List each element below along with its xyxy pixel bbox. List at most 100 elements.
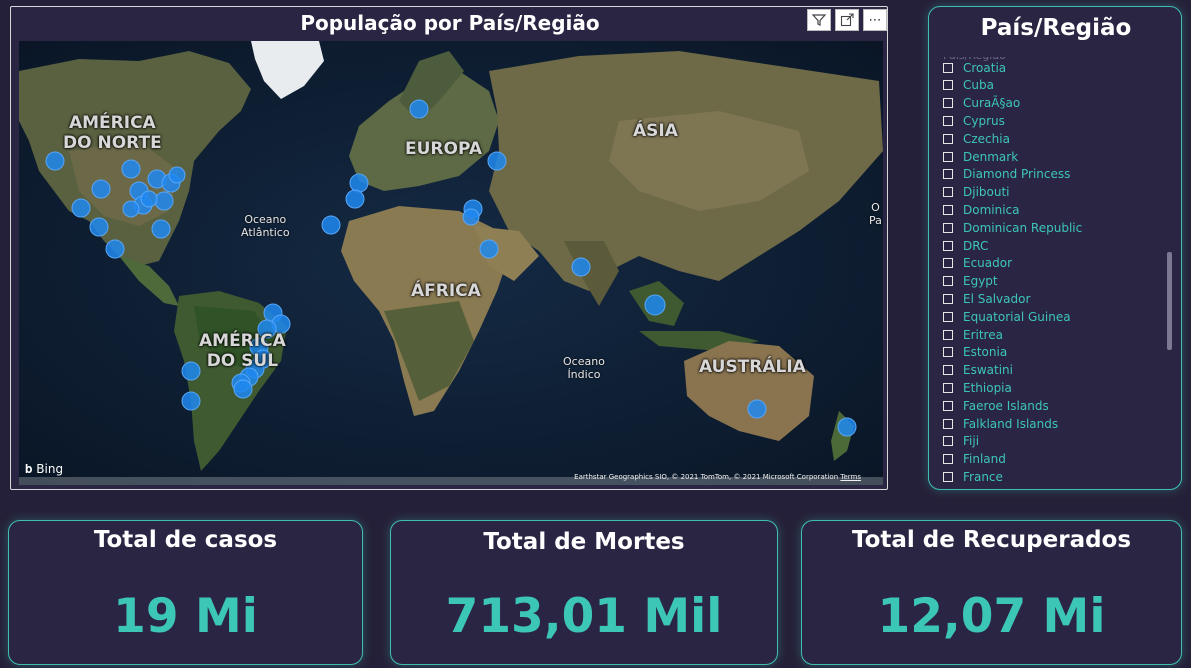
- slicer-item[interactable]: Eritrea: [943, 326, 1003, 343]
- checkbox[interactable]: [943, 222, 953, 233]
- slicer-scrollbar[interactable]: [1167, 252, 1172, 350]
- slicer-item[interactable]: Fiji: [943, 433, 979, 450]
- checkbox[interactable]: [943, 436, 953, 447]
- checkbox[interactable]: [943, 293, 953, 304]
- map-title: População por País/Região: [300, 11, 600, 35]
- country-slicer[interactable]: País/Região País/RegiãoCroatiaCubaCuraÃ§…: [928, 6, 1182, 490]
- label-atlantic: Oceano Atlântico: [241, 213, 290, 239]
- slicer-item-label: France: [963, 469, 1003, 484]
- checkbox[interactable]: [943, 365, 953, 376]
- slicer-item-label: Estonia: [963, 345, 1008, 360]
- slicer-item-label: Ethiopia: [963, 380, 1012, 395]
- map-credit: Earthstar Geographics SIO, © 2021 TomTom…: [574, 473, 861, 481]
- slicer-title: País/Região: [980, 15, 1132, 41]
- slicer-item-label: Djibouti: [963, 185, 1010, 200]
- slicer-item-label: Cuba: [963, 78, 994, 93]
- checkbox[interactable]: [943, 115, 953, 126]
- checkbox[interactable]: [943, 98, 953, 109]
- slicer-item[interactable]: Egypt: [943, 273, 998, 290]
- label-south-america: AMÉRICA DO SUL: [199, 331, 286, 371]
- slicer-item[interactable]: Djibouti: [943, 184, 1010, 201]
- slicer-item[interactable]: Faeroe Islands: [943, 397, 1049, 414]
- slicer-item[interactable]: Cyprus: [943, 112, 1005, 129]
- slicer-item[interactable]: Equatorial Guinea: [943, 308, 1071, 325]
- checkbox[interactable]: [943, 382, 953, 393]
- slicer-item[interactable]: France: [943, 468, 1003, 485]
- slicer-item[interactable]: Diamond Princess: [943, 166, 1070, 183]
- slicer-item[interactable]: Czechia: [943, 130, 1010, 147]
- slicer-item-label: Faeroe Islands: [963, 398, 1049, 413]
- kpi-title: Total de Mortes: [483, 529, 685, 555]
- slicer-item-label: Fiji: [963, 434, 980, 449]
- checkbox[interactable]: [943, 169, 953, 180]
- slicer-item-label: El Salvador: [963, 291, 1031, 306]
- slicer-item[interactable]: Cuba: [943, 77, 994, 94]
- map-landmass: [19, 41, 883, 485]
- slicer-item[interactable]: El Salvador: [943, 290, 1030, 307]
- slicer-item-label: Finland: [963, 452, 1006, 467]
- checkbox[interactable]: [943, 400, 953, 411]
- checkbox[interactable]: [943, 187, 953, 198]
- label-australia: AUSTRÁLIA: [699, 357, 806, 377]
- checkbox[interactable]: [943, 80, 953, 91]
- slicer-item[interactable]: Falkland Islands: [943, 415, 1058, 432]
- checkbox[interactable]: [943, 151, 953, 162]
- map-visual[interactable]: População por País/Região ⋯ AMÉRICA DO N…: [10, 6, 888, 490]
- bing-icon: 𝐛: [25, 462, 33, 476]
- slicer-item[interactable]: Croatia: [943, 59, 1006, 76]
- more-options-icon[interactable]: ⋯: [863, 9, 887, 31]
- slicer-item-label: Eritrea: [963, 327, 1003, 342]
- label-europe: EUROPA: [405, 139, 483, 159]
- slicer-item-label: Czechia: [963, 131, 1010, 146]
- checkbox[interactable]: [943, 418, 953, 429]
- checkbox[interactable]: [943, 276, 953, 287]
- kpi-title: Total de Recuperados: [851, 527, 1132, 553]
- checkbox[interactable]: [943, 240, 953, 251]
- slicer-item[interactable]: Eswatini: [943, 362, 1013, 379]
- slicer-item-label: Falkland Islands: [963, 416, 1059, 431]
- bing-label: Bing: [36, 462, 64, 476]
- label-africa: ÁFRICA: [411, 281, 481, 301]
- slicer-item-label: Ecuador: [963, 256, 1013, 271]
- label-pacific-partial: O Pa: [869, 201, 882, 227]
- slicer-item[interactable]: Dominica: [943, 201, 1020, 218]
- checkbox[interactable]: [943, 62, 953, 73]
- slicer-item-label: Equatorial Guinea: [963, 309, 1071, 324]
- slicer-item[interactable]: Finland: [943, 451, 1006, 468]
- slicer-list[interactable]: País/RegiãoCroatiaCubaCuraÃ§aoCyprusCzec…: [943, 57, 1168, 485]
- label-asia: ÁSIA: [633, 121, 678, 141]
- slicer-item[interactable]: Estonia: [943, 344, 1007, 361]
- slicer-item[interactable]: Ecuador: [943, 255, 1012, 272]
- label-indian: Oceano Índico: [563, 355, 605, 381]
- checkbox[interactable]: [943, 471, 953, 482]
- kpi-value: 12,07 Mi: [877, 589, 1106, 644]
- label-north-america: AMÉRICA DO NORTE: [63, 113, 162, 153]
- kpi-value: 19 Mi: [113, 589, 258, 644]
- checkbox[interactable]: [943, 329, 953, 340]
- slicer-item[interactable]: DRC: [943, 237, 988, 254]
- terms-link[interactable]: Terms: [840, 473, 861, 481]
- checkbox[interactable]: [943, 204, 953, 215]
- bing-logo: 𝐛 Bing: [25, 462, 63, 477]
- checkbox[interactable]: [943, 133, 953, 144]
- slicer-item[interactable]: Dominican Republic: [943, 219, 1082, 236]
- checkbox[interactable]: [943, 347, 953, 358]
- checkbox[interactable]: [943, 454, 953, 465]
- kpi-total-cases: Total de casos 19 Mi: [8, 520, 363, 665]
- kpi-total-recovered: Total de Recuperados 12,07 Mi: [801, 520, 1182, 665]
- checkbox[interactable]: [943, 258, 953, 269]
- slicer-item-label: CuraÃ§ao: [963, 96, 1021, 111]
- map-credit-text: Earthstar Geographics SIO, © 2021 TomTom…: [574, 473, 839, 481]
- slicer-item-label: Dominica: [963, 202, 1020, 217]
- focus-mode-icon[interactable]: [835, 9, 859, 31]
- kpi-value: 713,01 Mil: [445, 589, 723, 644]
- filter-icon[interactable]: [807, 9, 831, 31]
- slicer-item[interactable]: Ethiopia: [943, 379, 1012, 396]
- slicer-item[interactable]: Denmark: [943, 148, 1018, 165]
- kpi-total-deaths: Total de Mortes 713,01 Mil: [390, 520, 778, 665]
- slicer-item[interactable]: CuraÃ§ao: [943, 95, 1020, 112]
- world-map[interactable]: AMÉRICA DO NORTE EUROPA ÁSIA ÁFRICA AMÉR…: [19, 41, 883, 485]
- slicer-item-label: Cyprus: [963, 113, 1005, 128]
- slicer-item-label: Eswatini: [963, 363, 1013, 378]
- checkbox[interactable]: [943, 311, 953, 322]
